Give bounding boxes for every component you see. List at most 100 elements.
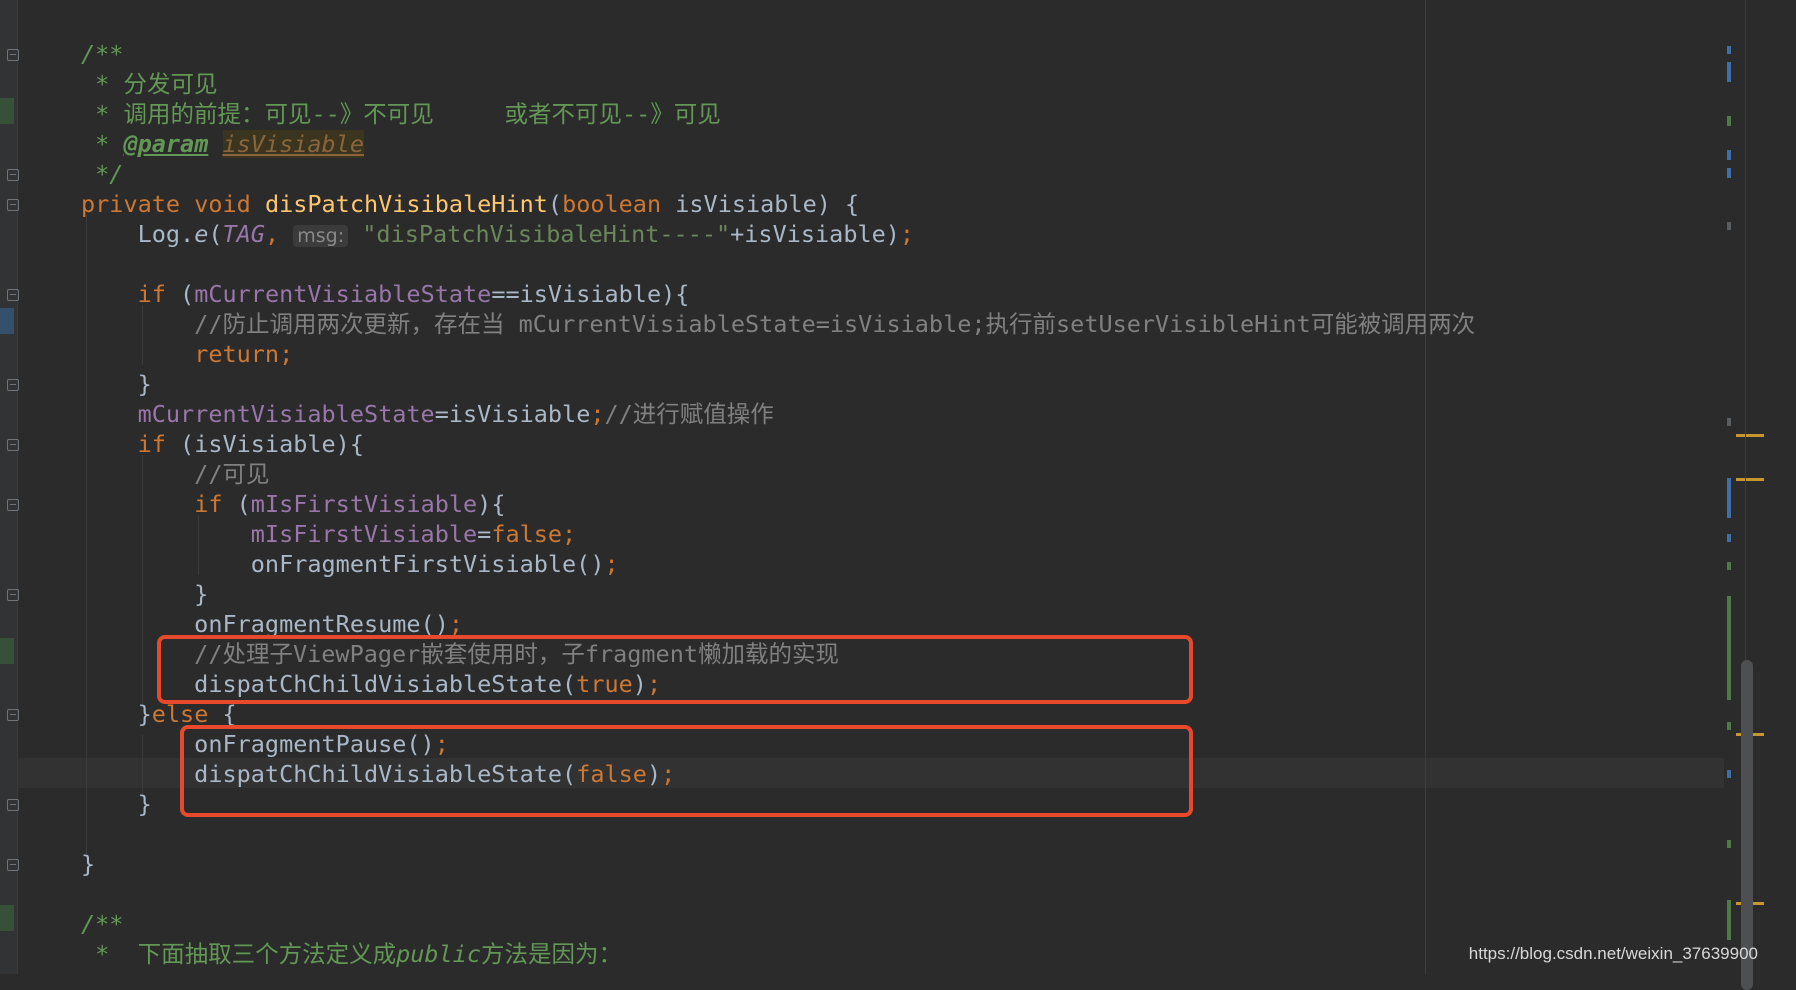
code-line[interactable]: * 下面抽取三个方法定义成public方法是因为： <box>81 939 622 969</box>
code-token: ( <box>236 490 251 518</box>
fold-icon[interactable] <box>7 289 19 301</box>
code-token: /** <box>81 910 124 938</box>
stripe-mark <box>1727 150 1731 160</box>
code-line[interactable]: /** <box>81 39 123 69</box>
change-marker <box>0 905 14 931</box>
code-line[interactable]: //可见 <box>81 459 269 489</box>
code-line[interactable]: mIsFirstVisiable=false; <box>81 519 576 549</box>
code-token: { <box>222 700 237 728</box>
code-token: (isVisiable){ <box>180 430 364 458</box>
param-hint: msg: <box>293 225 349 247</box>
fold-icon[interactable] <box>7 859 19 871</box>
code-line[interactable]: return; <box>81 339 293 369</box>
change-marker <box>0 308 14 334</box>
code-line[interactable]: * 调用的前提：可见--》不可见 或者不可见--》可见 <box>81 99 721 129</box>
scrollbar-thumb[interactable] <box>1741 660 1753 990</box>
code-token: +isVisiable) <box>730 220 900 248</box>
change-marker <box>0 98 14 124</box>
right-margin-guide <box>1425 0 1426 974</box>
code-token: private <box>81 190 195 218</box>
fold-icon[interactable] <box>7 439 19 451</box>
stripe-mark <box>1727 478 1731 518</box>
code-token: if <box>137 430 181 458</box>
fold-icon[interactable] <box>7 379 19 391</box>
stripe-warning <box>1736 478 1764 481</box>
stripe-mark <box>1727 770 1731 778</box>
code-token: mCurrentVisiableState <box>137 400 435 428</box>
code-token: //防止调用两次更新，存在当 mCurrentVisiableState=isV… <box>81 310 1476 338</box>
code-token: } <box>81 370 152 398</box>
fold-icon[interactable] <box>7 799 19 811</box>
code-token: return; <box>194 340 294 368</box>
fold-icon[interactable] <box>7 199 19 211</box>
fold-icon[interactable] <box>7 169 19 181</box>
code-line[interactable]: } <box>81 789 152 819</box>
code-line[interactable]: if (mCurrentVisiableState==isVisiable){ <box>81 279 690 309</box>
code-line[interactable]: * @param isVisiable <box>81 129 364 159</box>
stripe-mark <box>1727 596 1731 700</box>
code-token: 分发可见 <box>123 70 218 98</box>
code-token: //可见 <box>81 460 270 488</box>
code-token: */ <box>81 160 124 188</box>
code-token: ==isVisiable){ <box>491 280 690 308</box>
stripe-mark <box>1727 222 1731 230</box>
code-line[interactable]: private void disPatchVisibaleHint(boolea… <box>81 189 859 219</box>
code-token: isVisiable) { <box>675 190 860 218</box>
code-token: if <box>194 490 237 518</box>
code-token: "disPatchVisibaleHint----" <box>362 220 731 248</box>
code-line[interactable]: /** <box>81 909 123 939</box>
stripe-mark <box>1727 418 1731 426</box>
code-line[interactable]: } <box>81 369 152 399</box>
code-token: * <box>81 130 124 158</box>
stripe-mark <box>1727 46 1731 54</box>
code-line[interactable]: if (isVisiable){ <box>81 429 364 459</box>
fold-icon[interactable] <box>7 499 19 511</box>
code-token: ; <box>448 610 464 638</box>
editor-gutter <box>0 0 18 974</box>
code-token: * <box>81 100 124 128</box>
code-line[interactable]: if (mIsFirstVisiable){ <box>81 489 505 519</box>
fold-icon[interactable] <box>7 589 19 601</box>
code-token: ; <box>590 400 605 428</box>
code-token: false; <box>491 520 577 548</box>
fold-icon[interactable] <box>7 49 19 61</box>
stripe-mark <box>1727 840 1731 848</box>
stripe-warning <box>1736 434 1764 437</box>
code-token: ; <box>604 550 619 578</box>
code-token: mIsFirstVisiable <box>250 490 478 518</box>
code-line[interactable]: */ <box>81 159 123 189</box>
code-token: isVisiable <box>222 130 364 158</box>
change-marker <box>0 638 14 664</box>
highlight-box-else-branch <box>180 725 1193 817</box>
code-token: else <box>151 700 223 728</box>
stripe-mark <box>1727 900 1731 940</box>
highlight-box-true-branch <box>157 635 1193 704</box>
code-token: } <box>81 790 152 818</box>
stripe-mark <box>1727 722 1731 730</box>
code-token: } <box>81 850 96 878</box>
code-token: } <box>81 580 209 608</box>
code-line[interactable]: onFragmentFirstVisiable(); <box>81 549 619 579</box>
code-token: if <box>137 280 181 308</box>
code-line[interactable]: * 分发可见 <box>81 69 217 99</box>
code-line[interactable]: } <box>81 579 208 609</box>
code-line[interactable]: Log.e(TAG, msg: "disPatchVisibaleHint---… <box>81 219 915 249</box>
code-line[interactable]: } <box>81 849 95 879</box>
error-stripe <box>1760 0 1796 974</box>
code-line[interactable]: mCurrentVisiableState=isVisiable;//进行赋值操… <box>81 399 774 429</box>
code-token: ){ <box>477 490 506 518</box>
code-token: void <box>194 190 265 218</box>
stripe-mark <box>1727 62 1731 82</box>
code-token: @param <box>123 130 209 158</box>
code-line[interactable]: //防止调用两次更新，存在当 mCurrentVisiableState=isV… <box>81 309 1475 339</box>
code-token: e <box>194 220 209 248</box>
code-token: 下面抽取三个方法定义成 <box>137 940 397 968</box>
stripe-mark <box>1727 562 1731 570</box>
stripe-mark <box>1727 168 1731 178</box>
fold-icon[interactable] <box>7 709 19 721</box>
code-token: } <box>81 700 152 728</box>
